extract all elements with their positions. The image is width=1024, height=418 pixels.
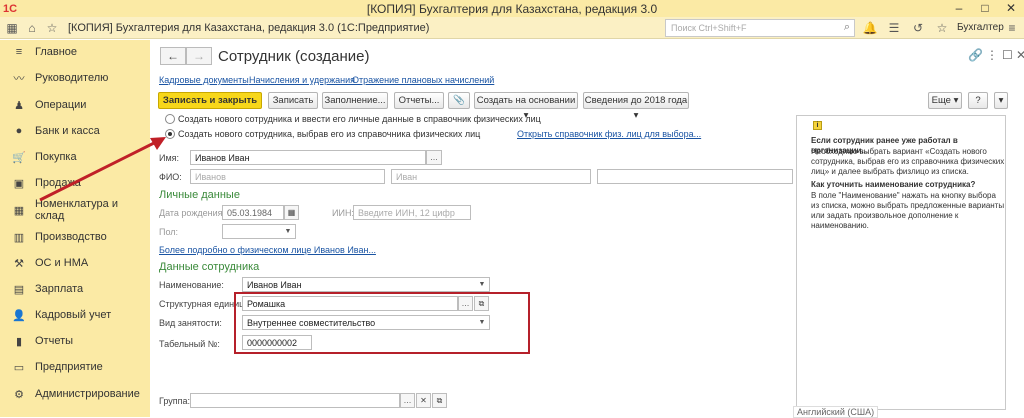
help-answer-1: Необходимо выбрать вариант «Создать ново… <box>811 147 1005 176</box>
help-answer-2: В поле "Наименование" нажать на кнопку в… <box>811 191 1005 230</box>
keyboard-layout: Английский (США) <box>793 406 879 418</box>
help-question-2: Как уточнить наименование сотрудника? <box>811 180 976 189</box>
info-icon: i <box>813 121 822 130</box>
help-panel: i Если сотрудник ранее уже работал в орг… <box>796 115 1006 410</box>
